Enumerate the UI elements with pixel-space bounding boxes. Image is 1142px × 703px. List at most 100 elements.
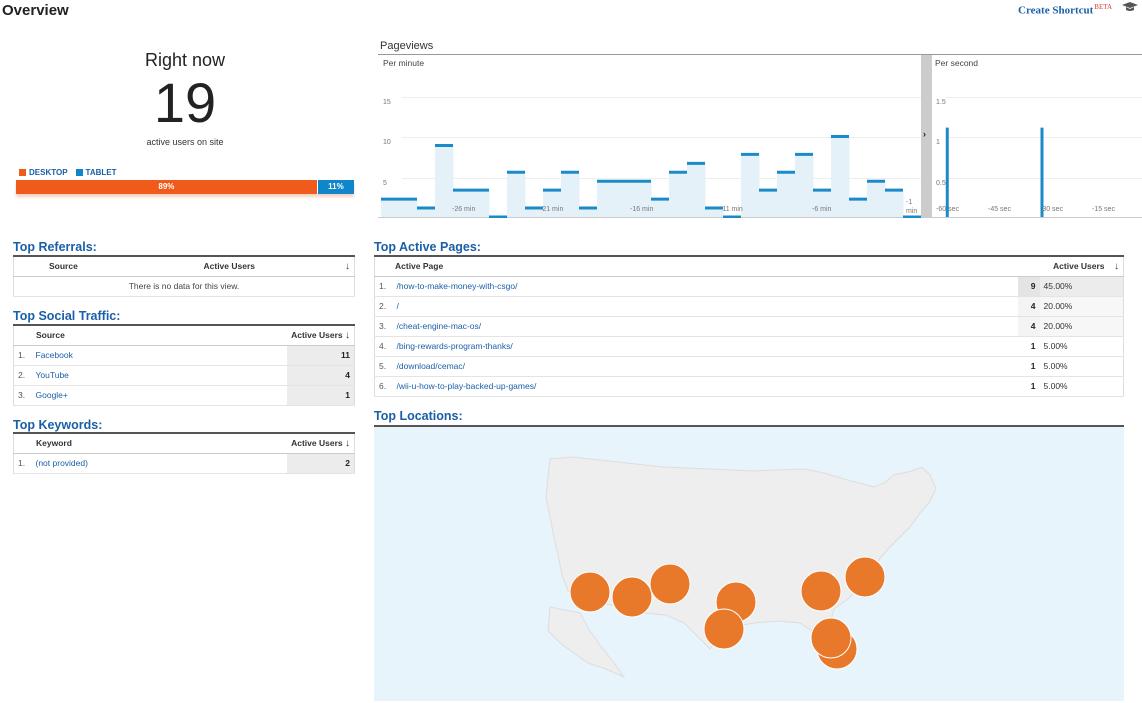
per-minute-plot [381, 135, 921, 218]
sort-desc-icon[interactable]: ↓ [1114, 261, 1119, 272]
x-tick-label: -16 min [630, 206, 654, 213]
locations-map[interactable] [374, 425, 1124, 701]
page-link[interactable]: /wii-u-how-to-play-backed-up-games/ [392, 376, 1018, 397]
active-users-value: 4 [286, 365, 355, 386]
per-minute-chart: Per minute 15 10 5 -26 min -21 min -16 m… [378, 55, 921, 218]
column-header-active-page[interactable]: Active Page [374, 255, 1018, 277]
device-legend: DESKTOP TABLET [19, 168, 117, 177]
table-row: 1. (not provided) 2 [13, 453, 355, 474]
per-minute-area [561, 172, 580, 217]
top-active-pages-table: Active Page Active Users ↓ 1. /how-to-ma… [374, 255, 1124, 397]
legend-tablet-swatch [75, 169, 83, 176]
active-users-percent: 20.00% [1039, 296, 1124, 317]
active-users-count: 19 [153, 71, 217, 134]
empty-message: There is no data for this view. [13, 276, 355, 297]
active-users-percent: 45.00% [1039, 276, 1124, 297]
x-tick-label: -1 min [906, 199, 918, 215]
column-header-active-users-label[interactable]: Active Users [204, 261, 256, 271]
column-header-active-users[interactable]: Active Users ↓ [286, 432, 355, 454]
active-users-value: 1 [1017, 376, 1040, 397]
page-link[interactable]: /cheat-engine-mac-os/ [392, 316, 1018, 337]
top-referrals-table: Source Active Users ↓ There is no data fo… [13, 255, 355, 297]
active-users-value: 1 [286, 385, 355, 406]
per-minute-area [849, 199, 868, 217]
x-tick-label: -30 sec [1040, 206, 1063, 213]
page-link[interactable]: /bing-rewards-program-thanks/ [392, 336, 1018, 357]
page-link[interactable]: / [392, 296, 1018, 317]
active-users-subtitle: active users on site [146, 137, 224, 147]
page-link[interactable]: /download/cemac/ [392, 356, 1018, 377]
table-row: 4. /bing-rewards-program-thanks/ 1 5.00% [374, 336, 1124, 357]
active-users-value: 4 [1017, 316, 1040, 337]
per-minute-area [867, 181, 886, 217]
active-users-percent: 20.00% [1039, 316, 1124, 337]
sort-desc-icon[interactable]: ↓ [345, 261, 350, 272]
create-shortcut-label[interactable]: Create Shortcut [1018, 5, 1093, 17]
top-keywords-title: Top Keywords: [13, 418, 103, 432]
per-minute-area [507, 172, 526, 217]
location-marker [810, 617, 852, 659]
per-minute-area [399, 199, 418, 217]
table-row: 6. /wii-u-how-to-play-backed-up-games/ 1… [374, 376, 1124, 397]
chart-splitter[interactable]: › [921, 55, 932, 218]
row-index: 1. [13, 345, 32, 366]
row-index: 4. [374, 336, 393, 357]
legend-tablet: TABLET [75, 168, 117, 177]
per-minute-area [435, 145, 454, 217]
x-tick-label: -21 min [540, 206, 564, 213]
column-header-source[interactable]: Source [13, 324, 287, 346]
x-tick-label: -11 min [720, 206, 743, 213]
pageviews-title: Pageviews [380, 40, 434, 52]
legend-desktop: DESKTOP [19, 168, 68, 177]
x-tick-label: -15 sec [1092, 206, 1115, 213]
active-users-value: 4 [1017, 296, 1040, 317]
graduation-cap-icon[interactable] [1122, 1, 1138, 13]
page-link[interactable]: /how-to-make-money-with-csgo/ [392, 276, 1018, 297]
top-social-title: Top Social Traffic: [13, 309, 121, 323]
device-share-bar: 89% 11% [16, 180, 354, 194]
sort-desc-icon[interactable]: ↓ [345, 438, 350, 449]
chevron-right-icon[interactable]: › [923, 129, 926, 139]
us-map [545, 456, 937, 679]
per-minute-area [651, 199, 670, 217]
per-minute-area [795, 154, 814, 217]
column-header-keyword[interactable]: Keyword [13, 432, 287, 454]
per-minute-area [381, 199, 400, 217]
table-row: 1. /how-to-make-money-with-csgo/ 9 45.00… [374, 276, 1124, 297]
right-now-label: Right now [144, 50, 226, 70]
per-minute-area [741, 154, 760, 217]
column-header-active-users-label[interactable]: Active Users [291, 438, 343, 448]
table-row: 2. YouTube 4 [13, 365, 355, 386]
active-users-value: 9 [1017, 276, 1040, 297]
row-index: 3. [374, 316, 393, 337]
location-marker [649, 563, 691, 605]
row-index: 3. [13, 385, 32, 406]
location-marker [800, 570, 842, 612]
row-index: 2. [13, 365, 32, 386]
table-row: 1. Facebook 11 [13, 345, 355, 366]
source-link[interactable]: YouTube [31, 365, 287, 386]
column-header-active-users[interactable]: Active Users ↓ [1017, 255, 1124, 277]
per-minute-area [777, 172, 796, 217]
column-header-active-users-label[interactable]: Active Users [1053, 261, 1105, 271]
row-index: 1. [13, 453, 32, 474]
tablet-share-segment: 11% [316, 180, 354, 194]
active-users-percent: 5.00% [1039, 376, 1124, 397]
column-header-source[interactable]: Source [13, 255, 164, 277]
row-index: 1. [374, 276, 393, 297]
per-minute-area [831, 136, 850, 217]
active-users-value: 1 [1017, 356, 1040, 377]
source-link[interactable]: Google+ [31, 385, 287, 406]
keyword-link[interactable]: (not provided) [31, 453, 287, 474]
source-link[interactable]: Facebook [31, 345, 287, 366]
column-header-active-users-label[interactable]: Active Users [291, 330, 343, 340]
legend-tablet-label: TABLET [85, 168, 117, 177]
sort-desc-icon[interactable]: ↓ [345, 330, 350, 341]
top-locations-title: Top Locations: [374, 409, 463, 423]
per-minute-area [687, 163, 706, 217]
x-tick-label: -60 sec [936, 206, 959, 213]
create-shortcut-link[interactable]: Create ShortcutBETA [1018, 3, 1112, 17]
column-header-active-users[interactable]: Active Users ↓ [163, 255, 355, 277]
beta-badge: BETA [1094, 3, 1112, 11]
column-header-active-users[interactable]: Active Users ↓ [286, 324, 355, 346]
